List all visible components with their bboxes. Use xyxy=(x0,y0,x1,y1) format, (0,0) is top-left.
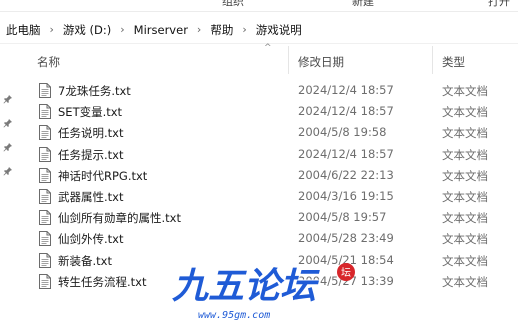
file-name[interactable]: 仙剑所有勋章的属性.txt xyxy=(58,210,181,226)
column-header-type[interactable]: 类型 xyxy=(442,54,465,70)
breadcrumb-this-pc[interactable]: 此电脑 xyxy=(6,22,41,38)
pin-icon[interactable] xyxy=(3,142,13,152)
pin-icon[interactable] xyxy=(3,118,13,128)
file-type: 文本文档 xyxy=(442,126,488,141)
file-type: 文本文档 xyxy=(442,105,488,120)
file-modified-date: 2004/3/16 19:15 xyxy=(298,188,394,203)
file-name[interactable]: 神话时代RPG.txt xyxy=(58,168,147,184)
ribbon-strip: 组织 新建 打开 xyxy=(0,0,518,12)
file-name[interactable]: 任务提示.txt xyxy=(58,147,123,163)
column-divider[interactable] xyxy=(288,46,289,74)
file-type: 文本文档 xyxy=(442,253,488,268)
file-row[interactable]: 任务提示.txt 2024/12/4 18:57 文本文档 xyxy=(24,144,518,165)
text-document-icon xyxy=(39,210,51,226)
breadcrumb-drive[interactable]: 游戏 (D:) xyxy=(63,22,111,38)
file-type: 文本文档 xyxy=(442,168,488,183)
watermark-url: www.95gm.com xyxy=(198,310,270,321)
file-row[interactable]: 新装备.txt 2004/5/21 18:54 文本文档 xyxy=(24,250,518,271)
file-type: 文本文档 xyxy=(442,147,488,162)
file-modified-date: 2004/5/28 23:49 xyxy=(298,231,394,246)
pin-icon[interactable] xyxy=(3,166,13,176)
file-name[interactable]: 转生任务流程.txt xyxy=(58,274,146,290)
ribbon-open[interactable]: 打开 xyxy=(488,0,510,9)
column-divider[interactable] xyxy=(432,46,433,74)
pin-icon[interactable] xyxy=(3,94,13,104)
file-name[interactable]: 仙剑外传.txt xyxy=(58,231,123,247)
column-header-row: ^ 名称 修改日期 类型 xyxy=(24,43,518,74)
column-header-name[interactable]: 名称 xyxy=(37,54,60,70)
file-modified-date: 2004/5/27 13:39 xyxy=(298,273,394,288)
ribbon-organize[interactable]: 组织 xyxy=(222,0,244,9)
file-type: 文本文档 xyxy=(442,211,488,226)
text-document-icon xyxy=(39,104,51,120)
file-modified-date: 2004/5/8 19:58 xyxy=(298,125,387,140)
ribbon-new[interactable]: 新建 xyxy=(352,0,374,9)
breadcrumb-separator[interactable]: › xyxy=(197,23,201,36)
file-name[interactable]: SET变量.txt xyxy=(58,104,122,120)
file-name[interactable]: 新装备.txt xyxy=(58,253,112,269)
file-type: 文本文档 xyxy=(442,232,488,247)
breadcrumb-mirserver[interactable]: Mirserver xyxy=(134,23,188,37)
file-type: 文本文档 xyxy=(442,189,488,204)
file-row[interactable]: 武器属性.txt 2004/3/16 19:15 文本文档 xyxy=(24,186,518,207)
file-modified-date: 2024/12/4 18:57 xyxy=(298,146,394,161)
text-document-icon xyxy=(39,188,51,204)
breadcrumb-separator[interactable]: › xyxy=(120,23,124,36)
text-document-icon xyxy=(39,252,51,268)
file-modified-date: 2004/6/22 22:13 xyxy=(298,167,394,182)
breadcrumb: 此电脑 › 游戏 (D:) › Mirserver › 帮助 › 游戏说明 xyxy=(0,16,518,44)
text-document-icon xyxy=(39,231,51,247)
text-document-icon xyxy=(39,83,51,98)
file-list: 7龙珠任务.txt 2024/12/4 18:57 文本文档 SET变量.txt 202… xyxy=(24,80,518,292)
file-row[interactable]: 神话时代RPG.txt 2004/6/22 22:13 文本文档 xyxy=(24,165,518,186)
file-modified-date: 2024/12/4 18:57 xyxy=(298,104,394,119)
file-name[interactable]: 武器属性.txt xyxy=(58,189,123,205)
file-row[interactable]: 仙剑外传.txt 2004/5/28 23:49 文本文档 xyxy=(24,228,518,249)
file-row[interactable]: 7龙珠任务.txt 2024/12/4 18:57 文本文档 xyxy=(24,80,518,101)
file-type: 文本文档 xyxy=(442,84,488,98)
file-row[interactable]: 转生任务流程.txt 2004/5/27 13:39 文本文档 xyxy=(24,271,518,292)
sort-chevron-up-icon: ^ xyxy=(264,43,272,53)
column-header-modified[interactable]: 修改日期 xyxy=(298,54,344,70)
file-modified-date: 2004/5/21 18:54 xyxy=(298,252,394,267)
file-modified-date: 2004/5/8 19:57 xyxy=(298,210,387,225)
navigation-pane xyxy=(0,46,24,327)
text-document-icon xyxy=(39,167,51,183)
file-name[interactable]: 任务说明.txt xyxy=(58,125,123,141)
text-document-icon xyxy=(39,125,51,141)
text-document-icon xyxy=(39,273,51,289)
file-name[interactable]: 7龙珠任务.txt xyxy=(58,83,131,99)
file-type: 文本文档 xyxy=(442,274,488,289)
breadcrumb-game-guide[interactable]: 游戏说明 xyxy=(256,22,302,38)
text-document-icon xyxy=(39,146,51,162)
file-row[interactable]: 任务说明.txt 2004/5/8 19:58 文本文档 xyxy=(24,122,518,143)
breadcrumb-separator[interactable]: › xyxy=(242,23,246,36)
file-row[interactable]: 仙剑所有勋章的属性.txt 2004/5/8 19:57 文本文档 xyxy=(24,207,518,228)
breadcrumb-separator[interactable]: › xyxy=(50,23,54,36)
file-row[interactable]: SET变量.txt 2024/12/4 18:57 文本文档 xyxy=(24,101,518,122)
file-modified-date: 2024/12/4 18:57 xyxy=(298,83,394,97)
breadcrumb-help[interactable]: 帮助 xyxy=(210,22,233,38)
